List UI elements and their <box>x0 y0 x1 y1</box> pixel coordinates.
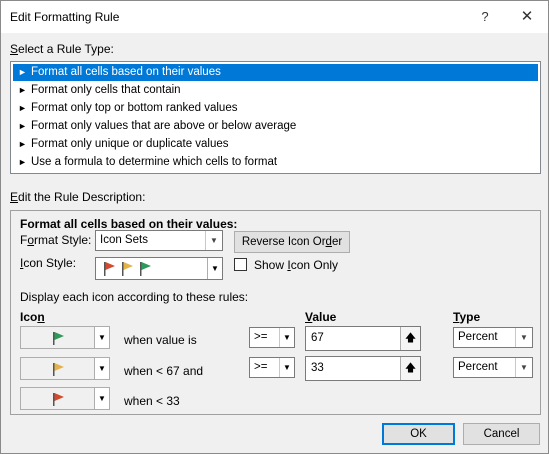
type-2-select[interactable]: Percent ▼ <box>453 357 533 378</box>
operator-1-value: >= <box>254 331 268 343</box>
rule-type-item-cells-contain[interactable]: ► Format only cells that contain <box>13 82 538 99</box>
rule-type-list[interactable]: ► Format all cells based on their values … <box>10 61 541 174</box>
triangle-bullet-icon: ► <box>18 121 27 131</box>
triangle-bullet-icon: ► <box>18 67 27 77</box>
type-column-header: Type <box>453 310 481 324</box>
value-1-input[interactable]: 67 🡅 <box>305 326 421 351</box>
rule-description-panel: Format all cells based on their values: … <box>10 210 541 415</box>
triangle-bullet-icon: ► <box>18 103 27 113</box>
show-icon-only-checkbox[interactable] <box>234 258 247 271</box>
rule-type-label: Select a Rule Type: <box>10 42 114 56</box>
chevron-down-icon: ▼ <box>515 328 532 347</box>
edit-formatting-rule-dialog: Edit Formatting Rule ? ✕ Select a Rule T… <box>0 0 549 454</box>
icon-2-select[interactable]: ▼ <box>20 357 110 380</box>
format-style-select[interactable]: Icon Sets ▼ <box>95 230 223 251</box>
help-button[interactable]: ? <box>474 7 496 27</box>
rule-type-item-unique-duplicate[interactable]: ► Format only unique or duplicate values <box>13 136 538 153</box>
rule-type-item-above-below-average[interactable]: ► Format only values that are above or be… <box>13 118 538 135</box>
show-icon-only-label[interactable]: Show Icon Only <box>254 258 338 272</box>
cancel-button[interactable]: Cancel <box>463 423 540 445</box>
green-flag-icon <box>53 332 64 345</box>
chevron-down-icon: ▼ <box>94 358 109 379</box>
rule-description-label: Edit the Rule Description: <box>10 190 146 204</box>
title-bar: Edit Formatting Rule ? ✕ <box>1 1 548 33</box>
icon-3-select[interactable]: ▼ <box>20 387 110 410</box>
rule-type-item-all-cells[interactable]: ► Format all cells based on their values <box>13 64 538 81</box>
format-style-label: Format Style: <box>20 233 92 247</box>
collapse-dialog-icon[interactable]: 🡅 <box>400 357 420 380</box>
condition-1-text: when value is <box>124 333 197 347</box>
operator-2-select[interactable]: >= ▼ <box>249 357 295 378</box>
value-column-header: Value <box>305 310 337 324</box>
condition-2-text: when < 67 and <box>124 364 204 378</box>
chevron-down-icon: ▼ <box>279 328 294 347</box>
triangle-bullet-icon: ► <box>18 85 27 95</box>
icon-style-label: Icon Style: <box>20 256 77 270</box>
operator-1-select[interactable]: >= ▼ <box>249 327 295 348</box>
dialog-title: Edit Formatting Rule <box>10 10 120 24</box>
dialog-button-bar: OK Cancel <box>1 419 548 453</box>
chevron-down-icon: ▼ <box>94 388 109 409</box>
icon-style-select[interactable]: ▼ <box>95 257 223 280</box>
ok-button[interactable]: OK <box>382 423 455 445</box>
yellow-flag-icon <box>53 363 64 376</box>
chevron-down-icon: ▼ <box>94 327 109 348</box>
green-flag-icon <box>140 262 151 276</box>
format-style-value: Icon Sets <box>100 234 148 246</box>
rules-intro-text: Display each icon according to these rul… <box>20 290 249 304</box>
value-1-text: 67 <box>311 332 324 344</box>
condition-3-text: when < 33 <box>124 394 180 408</box>
collapse-dialog-icon[interactable]: 🡅 <box>400 327 420 350</box>
operator-2-value: >= <box>254 361 268 373</box>
yellow-flag-icon <box>122 262 133 276</box>
triangle-bullet-icon: ► <box>18 139 27 149</box>
close-button[interactable]: ✕ <box>516 7 538 27</box>
rule-type-item-top-bottom[interactable]: ► Format only top or bottom ranked values <box>13 100 538 117</box>
chevron-down-icon: ▼ <box>279 358 294 377</box>
description-heading: Format all cells based on their values: <box>20 217 238 231</box>
chevron-down-icon: ▼ <box>207 258 222 279</box>
triangle-bullet-icon: ► <box>18 157 27 167</box>
type-1-select[interactable]: Percent ▼ <box>453 327 533 348</box>
type-2-value: Percent <box>458 361 498 373</box>
icon-1-select[interactable]: ▼ <box>20 326 110 349</box>
value-2-input[interactable]: 33 🡅 <box>305 356 421 381</box>
chevron-down-icon: ▼ <box>205 231 222 250</box>
type-1-value: Percent <box>458 331 498 343</box>
red-flag-icon <box>53 393 64 406</box>
chevron-down-icon: ▼ <box>515 358 532 377</box>
icon-column-header: Icon <box>20 310 45 324</box>
value-2-text: 33 <box>311 362 324 374</box>
reverse-icon-order-button[interactable]: Reverse Icon Order <box>234 231 350 253</box>
red-flag-icon <box>104 262 115 276</box>
rule-type-item-formula[interactable]: ► Use a formula to determine which cells … <box>13 154 538 171</box>
